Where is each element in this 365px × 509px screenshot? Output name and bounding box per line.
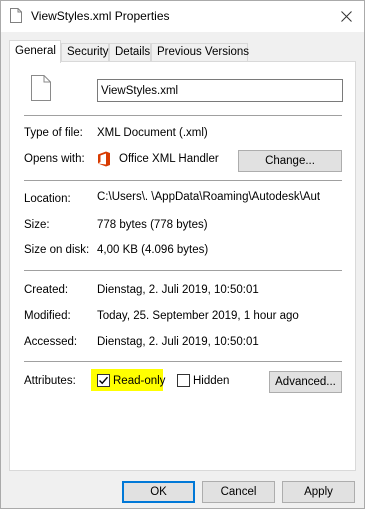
tab-previous-versions[interactable]: Previous Versions	[151, 43, 249, 62]
filename-input[interactable]	[97, 79, 343, 102]
office-icon	[98, 151, 110, 167]
size-value: 778 bytes (778 bytes)	[97, 219, 208, 231]
close-icon	[340, 10, 352, 22]
opens-with-label: Opens with:	[24, 153, 85, 165]
tab-general[interactable]: General	[9, 40, 61, 63]
tab-security[interactable]: Security	[61, 43, 109, 62]
separator	[24, 361, 342, 362]
created-value: Dienstag, 2. Juli 2019, 10:50:01	[97, 284, 259, 296]
location-label: Location:	[24, 193, 71, 205]
file-icon	[10, 8, 22, 23]
hidden-checkbox[interactable]	[177, 374, 190, 387]
opens-with-value: Office XML Handler	[119, 153, 219, 165]
tab-details[interactable]: Details	[109, 43, 151, 62]
size-on-disk-value: 4,00 KB (4.096 bytes)	[97, 244, 209, 256]
advanced-button[interactable]: Advanced...	[269, 371, 342, 393]
separator	[24, 115, 342, 116]
size-on-disk-label: Size on disk:	[24, 244, 90, 256]
properties-dialog: ViewStyles.xml Properties General Securi…	[0, 0, 365, 509]
attributes-label: Attributes:	[24, 375, 76, 387]
location-text: C:\Users\. \AppData\Roaming\Autodesk\Aut	[97, 191, 321, 203]
apply-button[interactable]: Apply	[282, 481, 355, 503]
size-label: Size:	[24, 219, 50, 231]
close-button[interactable]	[332, 3, 360, 29]
general-panel: Type of file: XML Document (.xml) Opens …	[9, 61, 356, 471]
accessed-value: Dienstag, 2. Juli 2019, 10:50:01	[97, 336, 259, 348]
readonly-label[interactable]: Read-only	[113, 375, 165, 387]
readonly-checkbox[interactable]	[97, 374, 110, 387]
created-label: Created:	[24, 284, 69, 296]
separator	[24, 270, 342, 271]
location-value: C:\Users\. \AppData\Roaming\Autodesk\Aut	[97, 191, 343, 203]
separator	[24, 180, 342, 181]
modified-label: Modified:	[24, 310, 71, 322]
accessed-label: Accessed:	[24, 336, 78, 348]
ok-button[interactable]: OK	[122, 481, 195, 503]
window-title: ViewStyles.xml Properties	[31, 9, 170, 23]
modified-value: Today, 25. September 2019, 1 hour ago	[97, 310, 299, 322]
hidden-label[interactable]: Hidden	[193, 375, 229, 387]
checkmark-icon	[99, 376, 109, 385]
type-value: XML Document (.xml)	[97, 127, 208, 139]
type-label: Type of file:	[24, 127, 83, 139]
title-bar: ViewStyles.xml Properties	[1, 1, 364, 32]
cancel-button[interactable]: Cancel	[202, 481, 275, 503]
change-button[interactable]: Change...	[238, 150, 342, 172]
document-icon	[31, 75, 51, 101]
